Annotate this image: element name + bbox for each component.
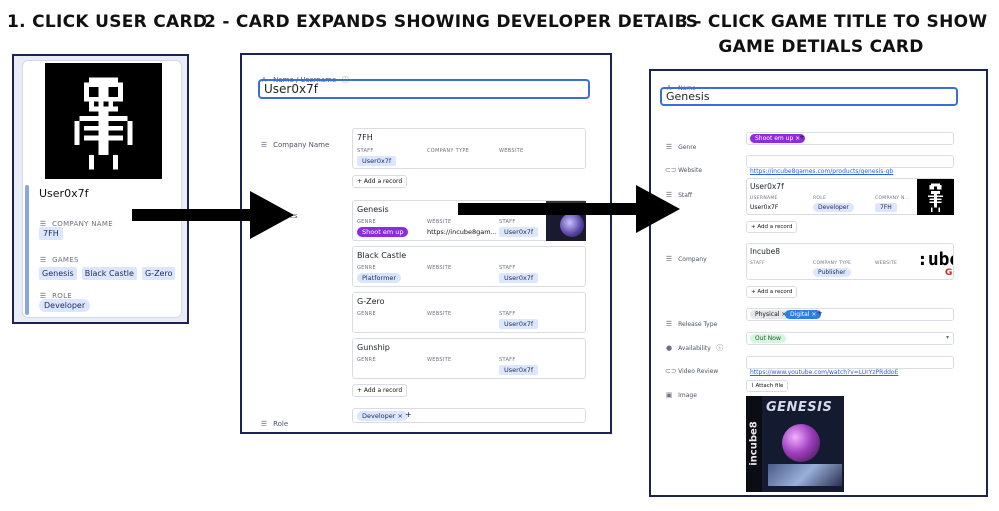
company-record-card[interactable]: Incube8 STAFF COMPANY TYPE WEBSITE Publi… xyxy=(746,243,954,280)
genre-field-label: ☰ Genre xyxy=(665,143,697,151)
list-icon: ☰ xyxy=(665,320,673,328)
company-chip[interactable]: 7FH xyxy=(39,227,63,240)
game-record-card[interactable]: G-Zero GENRE WEBSITE STAFF User0x7f xyxy=(352,292,586,333)
role-select[interactable]: Developer × + xyxy=(352,408,586,423)
step3-heading-line1: 3 - CLICK GAME TITLE TO SHOW xyxy=(676,12,988,32)
game-title-link[interactable]: Genesis xyxy=(357,205,389,214)
link-icon: ⊂⊃ xyxy=(665,166,677,174)
game-title-link[interactable]: Gunship xyxy=(357,343,390,352)
card-accent-bar xyxy=(25,185,29,315)
role-field-label: ☰ Role xyxy=(260,420,289,428)
add-role-button[interactable]: + xyxy=(405,410,412,419)
release-field-label: ☰ Release Type xyxy=(665,320,718,328)
website-field[interactable]: https://incube8games.com/products/genesi… xyxy=(746,155,954,175)
add-record-button[interactable]: + Add a record xyxy=(352,384,408,397)
list-icon: ☰ xyxy=(260,420,268,428)
staff-record-card[interactable]: User0x7f USERNAME ROLE COMPANY N... User… xyxy=(746,178,954,215)
availability-select[interactable]: Out Now ▾ xyxy=(746,332,954,345)
attach-file-button[interactable]: ⌇ Attach file xyxy=(746,380,789,392)
game-title-link[interactable]: Black Castle xyxy=(357,251,406,260)
genre-select[interactable]: Shoot em up × + xyxy=(746,132,954,145)
user-card-panel: User0x7f ☰ COMPANY NAME 7FH ☰ GAMES Gene… xyxy=(12,54,189,324)
website-link[interactable]: https://incube8games.com/products/genesi… xyxy=(750,168,893,175)
company-field-label: ☰ Company xyxy=(665,255,707,263)
record-title: Incube8 xyxy=(750,247,780,256)
video-field[interactable]: https://www.youtube.com/watch?v=LUrYzPRd… xyxy=(746,356,954,376)
genre-chip: Platformer xyxy=(357,273,402,283)
game-title-link[interactable]: G-Zero xyxy=(357,297,385,306)
company-field-label: ☰ Company Name xyxy=(260,141,330,149)
avatar xyxy=(45,63,162,179)
link-icon: ☰ xyxy=(665,255,673,263)
staff-chip[interactable]: User0x7f xyxy=(499,319,539,329)
game-chip[interactable]: G-Zero xyxy=(141,267,176,280)
availability-field-label: ● Availability ⓘ xyxy=(665,344,724,352)
release-chip[interactable]: Digital × xyxy=(785,310,822,319)
add-release-button[interactable]: + xyxy=(817,309,823,317)
image-icon: ▣ xyxy=(665,391,673,399)
company-logo-accent: G xyxy=(945,268,953,278)
tutorial-canvas: 1. CLICK USER CARD 2 - CARD EXPANDS SHOW… xyxy=(0,0,999,511)
record-title: 7FH xyxy=(357,133,373,142)
step2-heading: 2 - CARD EXPANDS SHOWING DEVELOPER DETAI… xyxy=(204,12,699,32)
website-field-label: ⊂⊃ Website xyxy=(665,166,703,174)
arrow-1-head xyxy=(250,191,294,239)
step1-heading: 1. CLICK USER CARD xyxy=(7,12,208,32)
status-icon: ● xyxy=(665,344,673,352)
add-record-button[interactable]: + Add a record xyxy=(746,221,798,233)
arrow-2-head xyxy=(636,185,680,233)
staff-avatar xyxy=(917,179,954,215)
chevron-down-icon[interactable]: ▾ xyxy=(946,334,949,341)
role-chip[interactable]: Developer xyxy=(39,299,91,312)
user-card[interactable]: User0x7f ☰ COMPANY NAME 7FH ☰ GAMES Gene… xyxy=(22,60,182,318)
release-select[interactable]: Physical × Digital × + xyxy=(746,308,954,321)
game-cover-image[interactable]: incube8 GENESIS xyxy=(746,396,844,492)
genre-chip: Shoot em up xyxy=(357,227,409,237)
developer-details-panel: A Name / Username ⓘ User0x7f ☰ Company N… xyxy=(240,53,612,434)
video-link[interactable]: https://www.youtube.com/watch?v=LUrYzPRd… xyxy=(750,369,898,376)
pixel-skeleton-icon xyxy=(928,183,943,212)
cover-planet xyxy=(782,424,820,462)
cover-ship xyxy=(768,464,842,486)
game-name-input[interactable]: Genesis xyxy=(660,87,958,106)
arrow-1-shaft xyxy=(132,209,252,221)
link-icon: ⊂⊃ xyxy=(665,367,677,375)
list-icon: ☰ xyxy=(665,143,673,151)
cover-title: GENESIS xyxy=(766,400,833,415)
add-record-button[interactable]: + Add a record xyxy=(746,286,798,298)
company-logo: :ube xyxy=(917,249,953,270)
record-title: User0x7f xyxy=(750,182,784,191)
pixel-skeleton-icon xyxy=(74,77,133,170)
arrow-2-shaft xyxy=(458,203,638,215)
availability-chip: Out Now xyxy=(750,334,786,343)
step3-heading-line2: GAME DETIALS CARD xyxy=(718,37,924,57)
cover-side-text: incube8 xyxy=(748,421,760,466)
game-record-card[interactable]: Gunship GENRE WEBSITE STAFF User0x7f xyxy=(352,338,586,379)
name-input[interactable]: User0x7f xyxy=(258,79,590,99)
staff-chip[interactable]: User0x7f xyxy=(499,365,539,375)
games-chip-row: Genesis Black Castle G-Zero G xyxy=(39,261,181,280)
game-record-card[interactable]: Black Castle GENRE WEBSITE STAFF Platfor… xyxy=(352,246,586,287)
image-field-label: ▣ Image xyxy=(665,391,697,399)
website-value: https://incube8gam... xyxy=(427,228,497,236)
video-field-label: ⊂⊃ Video Review xyxy=(665,367,719,375)
game-chip[interactable]: Black Castle xyxy=(81,267,137,280)
company-record-card[interactable]: 7FH STAFF COMPANY TYPE WEBSITE User0x7f xyxy=(352,128,586,169)
add-genre-button[interactable]: + xyxy=(799,133,805,141)
genre-chip[interactable]: Shoot em up × xyxy=(750,134,806,143)
info-icon: ⓘ xyxy=(716,344,724,352)
add-record-button[interactable]: + Add a record xyxy=(352,175,408,188)
role-chip[interactable]: Developer × xyxy=(357,411,408,421)
user-name: User0x7f xyxy=(39,187,89,200)
staff-chip[interactable]: User0x7f xyxy=(499,227,539,237)
link-icon: ☰ xyxy=(260,141,268,149)
staff-chip[interactable]: User0x7f xyxy=(357,156,397,166)
game-chip[interactable]: Genesis xyxy=(39,267,77,280)
staff-chip[interactable]: User0x7f xyxy=(499,273,539,283)
game-details-panel: A Name Genesis ☰ Genre Shoot em up × + ⊂… xyxy=(649,69,988,497)
